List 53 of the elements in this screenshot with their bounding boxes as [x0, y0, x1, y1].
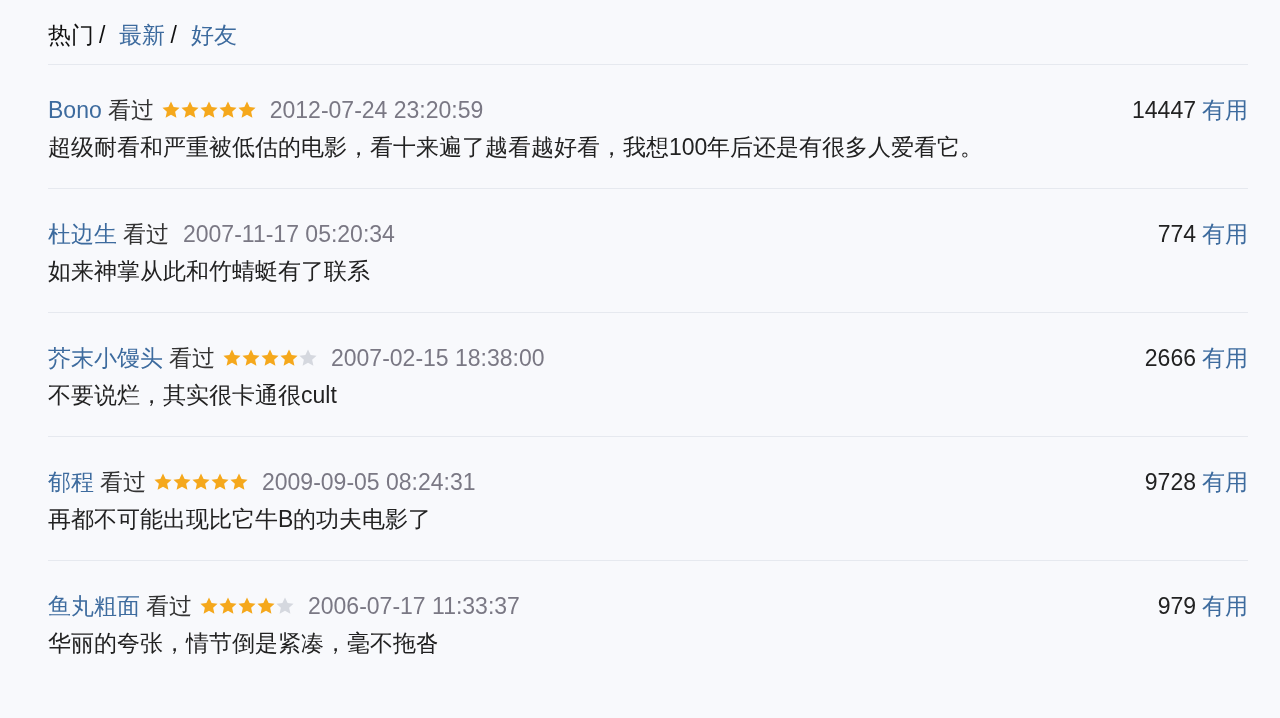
star-icon	[218, 101, 237, 119]
user-name-link[interactable]: 杜边生	[48, 219, 117, 249]
star-icon	[161, 101, 180, 119]
star-icon	[242, 349, 260, 367]
star-icon	[219, 597, 237, 615]
star-icon	[192, 473, 210, 491]
star-icon	[261, 349, 279, 367]
star-icon	[211, 473, 229, 491]
watched-label: 看过	[107, 96, 154, 125]
useful-vote-link[interactable]: 有用	[1202, 95, 1248, 125]
tab[interactable]: 好友	[190, 21, 237, 49]
star-icon	[200, 597, 218, 615]
review-text: 再都不可能出现比它牛B的功夫电影了	[48, 505, 433, 534]
star-icon	[154, 473, 172, 491]
review-time: 2007-11-17 05:20:34	[183, 220, 395, 249]
star-icon	[257, 597, 275, 615]
useful-count: 14447	[1132, 96, 1196, 125]
useful-vote-link[interactable]: 有用	[1202, 467, 1248, 497]
review-time: 2006-07-17 11:33:37	[308, 592, 520, 621]
tab-separator: /	[99, 21, 106, 49]
star-icon	[230, 473, 248, 491]
star-icon	[173, 473, 191, 491]
tab[interactable]: 热门	[48, 21, 94, 49]
review-time: 2012-07-24 23:20:59	[269, 96, 484, 125]
review-text: 如来神掌从此和竹蜻蜓有了联系	[48, 257, 371, 286]
review-time: 2007-02-15 18:38:00	[331, 344, 545, 373]
watched-label: 看过	[169, 344, 215, 373]
review-time: 2009-09-05 08:24:31	[262, 468, 476, 497]
star-icon	[237, 101, 256, 119]
user-name-link[interactable]: 芥末小馒头	[48, 343, 163, 373]
user-name-link[interactable]: 郁程	[48, 467, 94, 497]
watched-label: 看过	[146, 592, 192, 621]
user-name-link[interactable]: Bono	[48, 95, 102, 125]
watched-label: 看过	[123, 220, 169, 249]
useful-count: 2666	[1144, 344, 1196, 373]
star-icon	[280, 349, 298, 367]
useful-vote-link[interactable]: 有用	[1202, 591, 1248, 621]
useful-count: 774	[1157, 220, 1196, 249]
useful-vote-link[interactable]: 有用	[1202, 219, 1248, 249]
tab-separator: /	[170, 21, 177, 49]
useful-count: 9728	[1144, 468, 1196, 497]
review-text: 华丽的夸张，情节倒是紧凑，毫不拖沓	[48, 629, 440, 658]
review-text: 超级耐看和严重被低估的电影，看十来遍了越看越好看，我想100年后还是有很多人爱看它。	[48, 133, 985, 162]
star-icon	[199, 101, 218, 119]
review-text: 不要说烂，其实很卡通很cult	[48, 381, 338, 410]
star-icon	[180, 101, 199, 119]
star-icon	[238, 597, 256, 615]
useful-count: 979	[1157, 592, 1196, 621]
star-icon	[223, 349, 241, 367]
useful-vote-link[interactable]: 有用	[1202, 343, 1248, 373]
tab[interactable]: 最新	[119, 21, 166, 49]
user-name-link[interactable]: 鱼丸粗面	[48, 591, 140, 621]
watched-label: 看过	[100, 468, 146, 497]
